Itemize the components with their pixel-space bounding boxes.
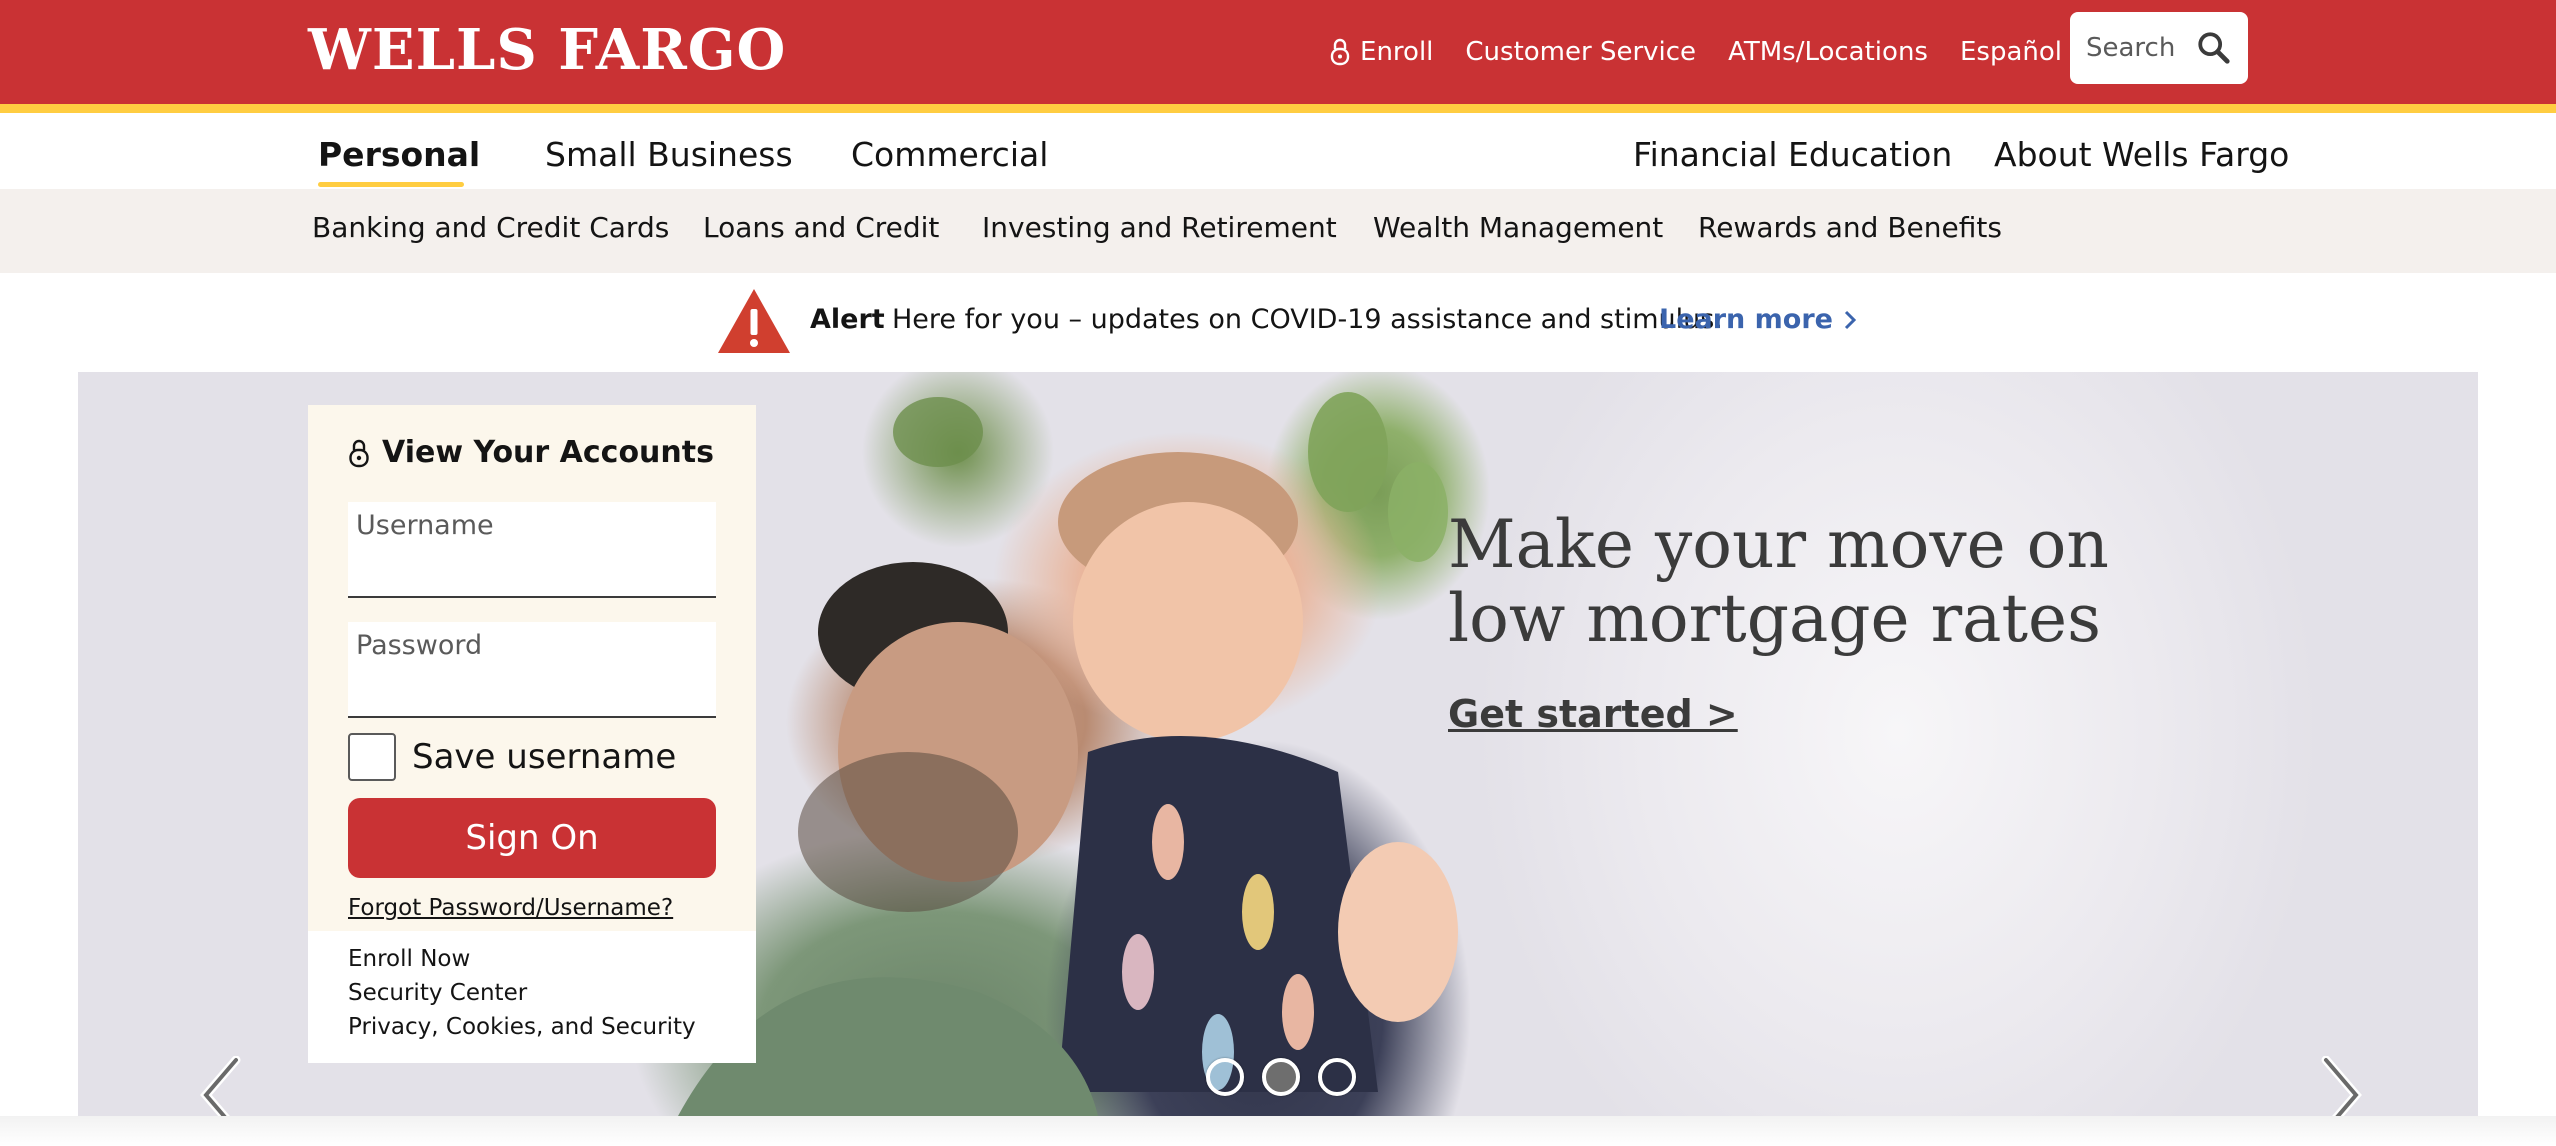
lock-icon (1330, 38, 1350, 66)
atms-locations-link[interactable]: ATMs/Locations (1728, 37, 1928, 67)
sign-on-button[interactable]: Sign On (348, 798, 716, 878)
wells-fargo-logo[interactable]: WELLS FARGO (308, 18, 786, 82)
enroll-label: Enroll (1360, 37, 1434, 67)
carousel-dot-3[interactable] (1318, 1058, 1356, 1096)
search-icon[interactable] (2196, 29, 2232, 67)
primary-nav: Personal Small Business Commercial Finan… (0, 113, 2556, 189)
get-started-link[interactable]: Get started > (1448, 692, 1738, 736)
warning-icon (718, 289, 790, 353)
carousel-dots (1206, 1058, 1356, 1096)
search-input[interactable] (2086, 33, 2190, 63)
subnav-rewards-benefits[interactable]: Rewards and Benefits (1698, 211, 2002, 244)
alert-label: Alert (810, 304, 885, 335)
utility-nav: Enroll Customer Service ATMs/Locations E… (1330, 32, 2062, 72)
lock-icon (349, 439, 369, 467)
carousel-next-icon[interactable] (2316, 1056, 2366, 1116)
hero-headline-line2: low mortgage rates (1448, 580, 2101, 657)
customer-service-link[interactable]: Customer Service (1465, 37, 1696, 67)
save-username-checkbox[interactable] (348, 733, 396, 781)
privacy-cookies-security-link[interactable]: Privacy, Cookies, and Security (348, 1013, 696, 1041)
active-tab-indicator (318, 182, 464, 187)
subnav-investing-retirement[interactable]: Investing and Retirement (982, 211, 1337, 244)
subnav-banking-credit-cards[interactable]: Banking and Credit Cards (312, 211, 669, 244)
password-label: Password (356, 630, 483, 661)
carousel-dot-1[interactable] (1206, 1058, 1244, 1096)
page-bottom-edge (0, 1116, 2556, 1146)
tab-personal[interactable]: Personal (318, 135, 480, 174)
top-bar: WELLS FARGO Enroll Customer Service ATMs… (0, 0, 2556, 104)
header-gold-stripe (0, 104, 2556, 113)
save-username-label[interactable]: Save username (412, 737, 676, 777)
subnav-wealth-management[interactable]: Wealth Management (1373, 211, 1663, 244)
tab-about-wells-fargo[interactable]: About Wells Fargo (1994, 135, 2289, 174)
security-center-link[interactable]: Security Center (348, 979, 696, 1007)
signon-links-section: Enroll Now Security Center Privacy, Cook… (308, 931, 756, 1063)
forgot-password-link[interactable]: Forgot Password/Username? (348, 895, 673, 921)
enroll-now-link[interactable]: Enroll Now (348, 945, 696, 973)
search-box[interactable] (2070, 12, 2248, 84)
username-label: Username (356, 510, 494, 541)
tab-commercial[interactable]: Commercial (851, 135, 1048, 174)
subnav-loans-credit[interactable]: Loans and Credit (703, 211, 939, 244)
carousel-prev-icon[interactable] (196, 1056, 246, 1116)
tab-small-business[interactable]: Small Business (545, 135, 793, 174)
learn-more-link[interactable]: Learn more (1659, 304, 1857, 335)
save-username-row: Save username (348, 733, 676, 781)
carousel-dot-2[interactable] (1262, 1058, 1300, 1096)
chevron-right-icon (1844, 310, 1857, 329)
signon-title-text: View Your Accounts (382, 435, 714, 470)
espanol-link[interactable]: Español (1960, 37, 2062, 67)
signon-title: View Your Accounts (348, 435, 714, 470)
secondary-nav: Banking and Credit Cards Loans and Credi… (0, 189, 2556, 273)
tab-financial-education[interactable]: Financial Education (1633, 135, 1952, 174)
alert-banner: Alert Here for you – updates on COVID-19… (0, 273, 2556, 371)
hero-headline-line1: Make your move on (1448, 506, 2109, 583)
username-field[interactable]: Username (348, 502, 716, 598)
password-field[interactable]: Password (348, 622, 716, 718)
signon-links: Enroll Now Security Center Privacy, Cook… (348, 945, 696, 1041)
signon-panel: View Your Accounts Username Password Sav… (308, 405, 756, 1063)
learn-more-label: Learn more (1659, 304, 1833, 335)
hero-headline: Make your move on low mortgage rates (1448, 508, 2109, 656)
enroll-link[interactable]: Enroll (1330, 37, 1433, 67)
alert-text: Here for you – updates on COVID-19 assis… (892, 304, 1723, 335)
